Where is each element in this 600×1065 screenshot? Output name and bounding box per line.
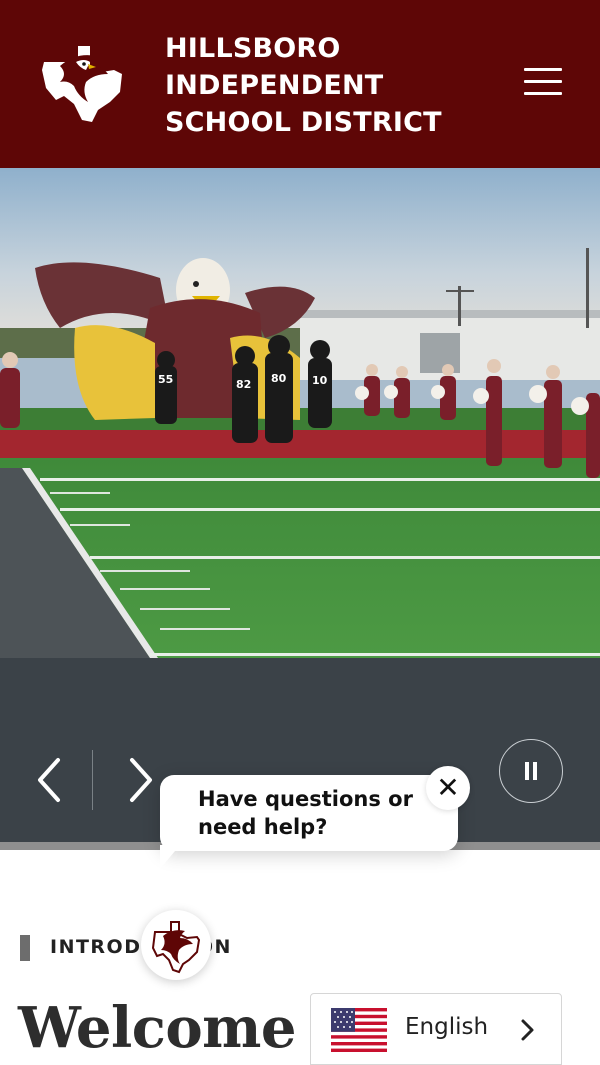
chat-bubble-tail [160, 845, 180, 869]
hamburger-menu-icon[interactable] [522, 68, 566, 100]
close-icon[interactable]: ✕ [426, 766, 470, 810]
chat-prompt-text[interactable]: Have questions or need help? [198, 785, 428, 841]
chevron-left-icon[interactable] [28, 750, 72, 810]
control-divider [92, 750, 93, 810]
intro-accent-bar [20, 935, 30, 961]
district-name[interactable]: HILLSBORO INDEPENDENT SCHOOL DISTRICT [165, 30, 510, 141]
us-flag-icon [331, 1008, 387, 1052]
language-label[interactable]: English [405, 1014, 488, 1040]
chat-prompt-bubble[interactable]: Have questions or need help? [160, 775, 458, 869]
jersey-number: 80 [271, 372, 287, 385]
jersey-number: 10 [312, 374, 328, 387]
jersey-number: 55 [158, 373, 173, 386]
jersey-number: 82 [236, 378, 251, 391]
chevron-right-icon[interactable] [118, 750, 162, 810]
chat-launcher-avatar[interactable] [141, 910, 211, 980]
site-header: HILLSBORO INDEPENDENT SCHOOL DISTRICT [0, 0, 600, 168]
eagle-logo-icon[interactable] [38, 40, 128, 126]
chevron-right-icon[interactable] [519, 1016, 537, 1044]
pause-icon[interactable] [499, 739, 563, 803]
hero-slide-image: 55 82 80 10 [0, 168, 600, 658]
language-selector[interactable]: English [310, 993, 562, 1065]
welcome-heading: Welcome t [18, 995, 341, 1061]
